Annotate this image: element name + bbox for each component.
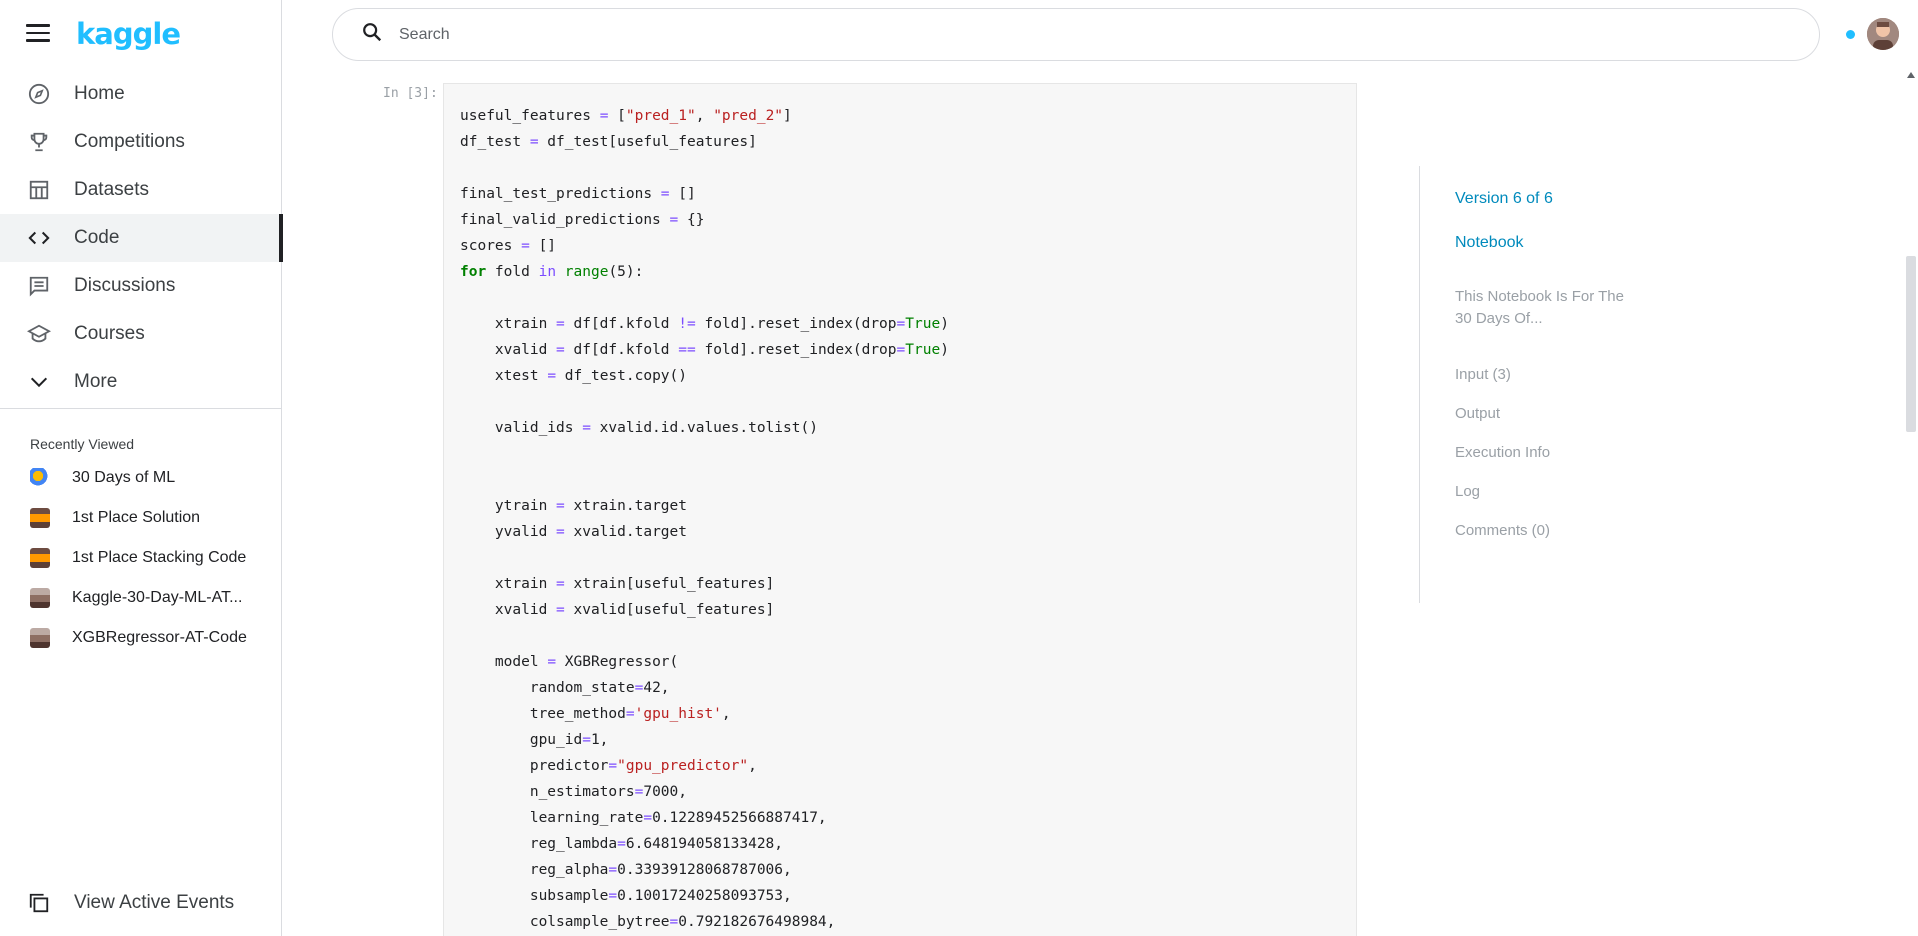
sidebar-item-datasets[interactable]: Datasets — [0, 166, 282, 214]
recent-item[interactable]: Kaggle-30-Day-ML-AT... — [0, 578, 282, 618]
recent-item[interactable]: 1st Place Stacking Code — [0, 538, 282, 578]
toc-comments-link[interactable]: Comments (0) — [1455, 522, 1675, 539]
copy-events-icon — [26, 890, 52, 916]
sidebar-item-label: Competitions — [74, 131, 185, 152]
sidebar: kaggle Home Competitions Datasets Code D… — [0, 0, 283, 936]
sidebar-item-label: Courses — [74, 323, 145, 344]
toc-execution-info-link[interactable]: Execution Info — [1455, 444, 1675, 461]
menu-icon[interactable] — [26, 24, 50, 44]
sidebar-item-label: Discussions — [74, 275, 176, 296]
sidebar-divider — [0, 408, 282, 409]
recent-item-label: 1st Place Stacking Code — [72, 549, 247, 566]
sidebar-item-code[interactable]: Code — [0, 214, 283, 262]
avatar[interactable] — [1867, 18, 1899, 50]
recent-item-label: XGBRegressor-AT-Code — [72, 629, 247, 646]
code-content: useful_features = ["pred_1", "pred_2"] d… — [460, 108, 949, 930]
page-scrollbar[interactable] — [1904, 70, 1918, 936]
sidebar-item-more[interactable]: More — [0, 358, 282, 406]
sidebar-item-discussions[interactable]: Discussions — [0, 262, 282, 310]
recently-viewed-list: 30 Days of ML 1st Place Solution 1st Pla… — [0, 458, 282, 658]
notebook-thumbnail-icon — [30, 508, 50, 528]
view-active-events-label: View Active Events — [74, 892, 235, 913]
toc-log-link[interactable]: Log — [1455, 483, 1675, 500]
cell-prompt: In [3]: — [383, 86, 438, 101]
sidebar-item-home[interactable]: Home — [0, 70, 282, 118]
sidebar-item-courses[interactable]: Courses — [0, 310, 282, 358]
recent-item-label: Kaggle-30-Day-ML-AT... — [72, 589, 243, 606]
toc-divider — [1419, 166, 1420, 603]
compass-icon — [26, 81, 52, 107]
toc-input-link[interactable]: Input (3) — [1455, 366, 1675, 383]
sidebar-item-label: Datasets — [74, 179, 149, 200]
recent-item[interactable]: 30 Days of ML — [0, 458, 282, 498]
recent-item[interactable]: XGBRegressor-AT-Code — [0, 618, 282, 658]
notebook-thumbnail-icon — [30, 468, 50, 488]
notification-dot — [1846, 30, 1855, 39]
notebook-toc: Version 6 of 6 Notebook This Notebook Is… — [1455, 190, 1675, 539]
recent-item-label: 30 Days of ML — [72, 469, 176, 486]
search-input[interactable] — [399, 25, 1779, 44]
scroll-thumb[interactable] — [1906, 256, 1916, 432]
notebook-thumbnail-icon — [30, 548, 50, 568]
user-avatar-thumbnail — [30, 588, 50, 608]
code-icon — [26, 225, 52, 251]
recent-item-label: 1st Place Solution — [72, 509, 201, 526]
user-avatar-thumbnail — [30, 628, 50, 648]
code-cell[interactable]: useful_features = ["pred_1", "pred_2"] d… — [443, 83, 1357, 936]
kaggle-logo[interactable]: kaggle — [76, 17, 181, 51]
chevron-down-icon — [26, 369, 52, 395]
toc-output-link[interactable]: Output — [1455, 405, 1675, 422]
search-icon — [361, 21, 383, 48]
notebook-link[interactable]: Notebook — [1455, 234, 1675, 252]
table-icon — [26, 177, 52, 203]
notebook-description: This Notebook Is For The 30 Days Of... — [1455, 288, 1624, 327]
sidebar-item-label: More — [74, 371, 118, 392]
search-bar[interactable] — [332, 8, 1820, 61]
sidebar-item-label: Home — [74, 83, 125, 104]
version-link[interactable]: Version 6 of 6 — [1455, 190, 1675, 208]
recently-viewed-title: Recently Viewed — [30, 436, 135, 452]
school-icon — [26, 321, 52, 347]
recent-item[interactable]: 1st Place Solution — [0, 498, 282, 538]
comment-icon — [26, 273, 52, 299]
trophy-icon — [26, 129, 52, 155]
sidebar-item-competitions[interactable]: Competitions — [0, 118, 282, 166]
sidebar-item-label: Code — [74, 227, 120, 248]
main-nav: Home Competitions Datasets Code Discussi… — [0, 70, 283, 406]
view-active-events-button[interactable]: View Active Events — [26, 890, 234, 916]
scroll-up-icon[interactable] — [1907, 72, 1915, 78]
